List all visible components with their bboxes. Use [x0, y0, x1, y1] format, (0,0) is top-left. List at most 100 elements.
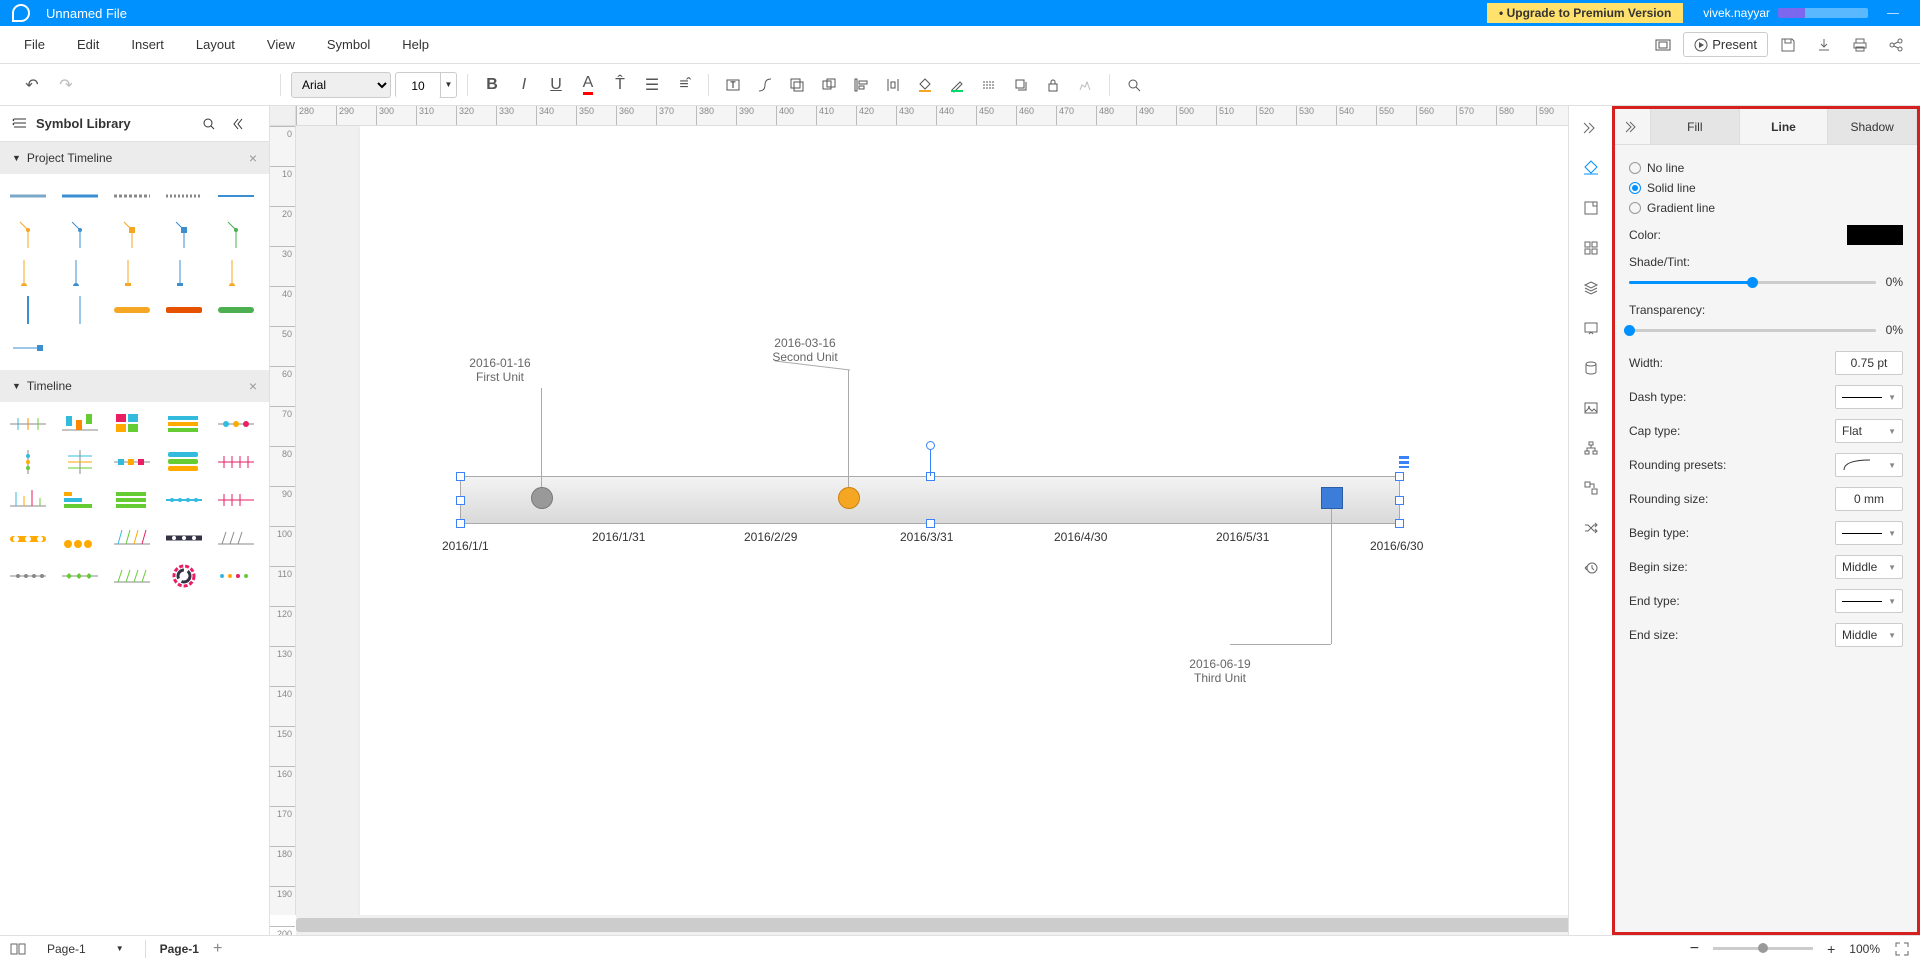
text-box-icon[interactable]: T	[719, 71, 747, 99]
timeline-shape[interactable]	[112, 448, 152, 476]
italic-icon[interactable]: I	[510, 71, 538, 99]
zoom-level[interactable]: 100%	[1849, 942, 1880, 956]
timeline-shape[interactable]	[60, 486, 100, 514]
fit-page-icon[interactable]	[1647, 31, 1679, 59]
container-icon[interactable]	[783, 71, 811, 99]
connector-icon[interactable]	[751, 71, 779, 99]
timeline-shape[interactable]	[216, 562, 256, 590]
begin-type-select[interactable]: ▼	[1835, 521, 1903, 545]
page-surface[interactable]: 2016-01-16 First Unit 2016-03-16 Second …	[360, 126, 1590, 915]
shadow-icon[interactable]	[1007, 71, 1035, 99]
group-icon[interactable]	[815, 71, 843, 99]
timeline-shape[interactable]	[216, 524, 256, 552]
data-panel-icon[interactable]	[1577, 354, 1605, 382]
radio-solid-line[interactable]: Solid line	[1629, 181, 1903, 195]
distribute-icon[interactable]	[879, 71, 907, 99]
close-section-icon[interactable]: ×	[249, 378, 257, 394]
upgrade-button[interactable]: • Upgrade to Premium Version	[1487, 3, 1683, 23]
section-timeline[interactable]: ▼ Timeline ×	[0, 370, 269, 402]
timeline-shape[interactable]	[216, 296, 256, 324]
reshape-handle-icon[interactable]	[1399, 456, 1409, 468]
save-icon[interactable]	[1772, 31, 1804, 59]
timeline-event-marker[interactable]	[1321, 487, 1343, 509]
fill-color-icon[interactable]	[911, 71, 939, 99]
timeline-shape[interactable]	[60, 182, 100, 210]
timeline-event-marker[interactable]	[531, 487, 553, 509]
present-button[interactable]: Present	[1683, 32, 1768, 57]
timeline-shape[interactable]	[8, 524, 48, 552]
timeline-shape[interactable]	[8, 448, 48, 476]
rounding-presets-select[interactable]: ▼	[1835, 453, 1903, 477]
collapse-panel-icon[interactable]	[1615, 109, 1651, 144]
timeline-shape[interactable]	[112, 258, 152, 286]
window-minimize-icon[interactable]	[1878, 4, 1908, 22]
share-icon[interactable]	[1880, 31, 1912, 59]
timeline-shape[interactable]	[216, 258, 256, 286]
slideshow-panel-icon[interactable]	[1577, 314, 1605, 342]
tab-shadow[interactable]: Shadow	[1828, 109, 1917, 144]
collapse-library-icon[interactable]	[233, 116, 249, 132]
menu-file[interactable]: File	[8, 37, 61, 52]
print-icon[interactable]	[1844, 31, 1876, 59]
radio-no-line[interactable]: No line	[1629, 161, 1903, 175]
timeline-shape[interactable]	[216, 410, 256, 438]
end-type-select[interactable]: ▼	[1835, 589, 1903, 613]
section-project-timeline[interactable]: ▼ Project Timeline ×	[0, 142, 269, 174]
menu-edit[interactable]: Edit	[61, 37, 115, 52]
menu-symbol[interactable]: Symbol	[311, 37, 386, 52]
timeline-shape[interactable]	[60, 410, 100, 438]
timeline-shape[interactable]	[8, 296, 48, 324]
zoom-in-icon[interactable]: +	[1827, 941, 1835, 957]
timeline-event-marker[interactable]	[838, 487, 860, 509]
rounding-size-input[interactable]: 0 mm	[1835, 487, 1903, 511]
tab-fill[interactable]: Fill	[1651, 109, 1740, 144]
timeline-shape[interactable]	[112, 524, 152, 552]
zoom-out-icon[interactable]: −	[1690, 940, 1699, 958]
pages-icon[interactable]	[10, 942, 26, 956]
font-size-input[interactable]	[396, 73, 440, 99]
timeline-shape[interactable]	[164, 448, 204, 476]
timeline-shape[interactable]	[164, 486, 204, 514]
timeline-shape[interactable]	[112, 562, 152, 590]
width-input[interactable]: 0.75 pt	[1835, 351, 1903, 375]
end-size-select[interactable]: Middle▼	[1835, 623, 1903, 647]
align-text-icon[interactable]: ☰	[638, 71, 666, 99]
style-panel-icon[interactable]	[1577, 154, 1605, 182]
timeline-shape[interactable]	[60, 220, 100, 248]
font-family-select[interactable]: Arial	[291, 72, 391, 98]
timeline-shape[interactable]	[60, 448, 100, 476]
timeline-shape[interactable]	[8, 258, 48, 286]
shade-slider[interactable]	[1629, 281, 1876, 284]
dash-select[interactable]: ▼	[1835, 385, 1903, 409]
line-style-icon[interactable]	[975, 71, 1003, 99]
search-library-icon[interactable]	[201, 116, 217, 132]
timeline-shape[interactable]	[60, 296, 100, 324]
timeline-shape[interactable]	[164, 220, 204, 248]
font-color-icon[interactable]: A	[574, 71, 602, 99]
timeline-shape[interactable]	[216, 486, 256, 514]
timeline-shape[interactable]	[60, 562, 100, 590]
export-icon[interactable]	[1808, 31, 1840, 59]
timeline-shape[interactable]	[216, 448, 256, 476]
tree-panel-icon[interactable]	[1577, 434, 1605, 462]
timeline-shape[interactable]	[216, 182, 256, 210]
shuffle-panel-icon[interactable]	[1577, 514, 1605, 542]
line-color-icon[interactable]	[943, 71, 971, 99]
timeline-shape[interactable]	[216, 220, 256, 248]
menu-layout[interactable]: Layout	[180, 37, 251, 52]
image-panel-icon[interactable]	[1577, 394, 1605, 422]
grid-panel-icon[interactable]	[1577, 234, 1605, 262]
timeline-shape[interactable]	[60, 524, 100, 552]
redo-icon[interactable]: ↷	[52, 71, 80, 99]
align-icon[interactable]	[847, 71, 875, 99]
text-case-icon[interactable]: T̂	[606, 71, 634, 99]
line-color-swatch[interactable]	[1847, 225, 1903, 245]
begin-size-select[interactable]: Middle▼	[1835, 555, 1903, 579]
timeline-shape[interactable]	[112, 486, 152, 514]
timeline-shape[interactable]	[60, 258, 100, 286]
undo-icon[interactable]: ↶	[18, 71, 46, 99]
timeline-shape[interactable]	[8, 410, 48, 438]
page-tab[interactable]: Page-1	[160, 942, 199, 956]
fullscreen-icon[interactable]	[1894, 941, 1910, 957]
zoom-slider[interactable]	[1713, 947, 1813, 950]
